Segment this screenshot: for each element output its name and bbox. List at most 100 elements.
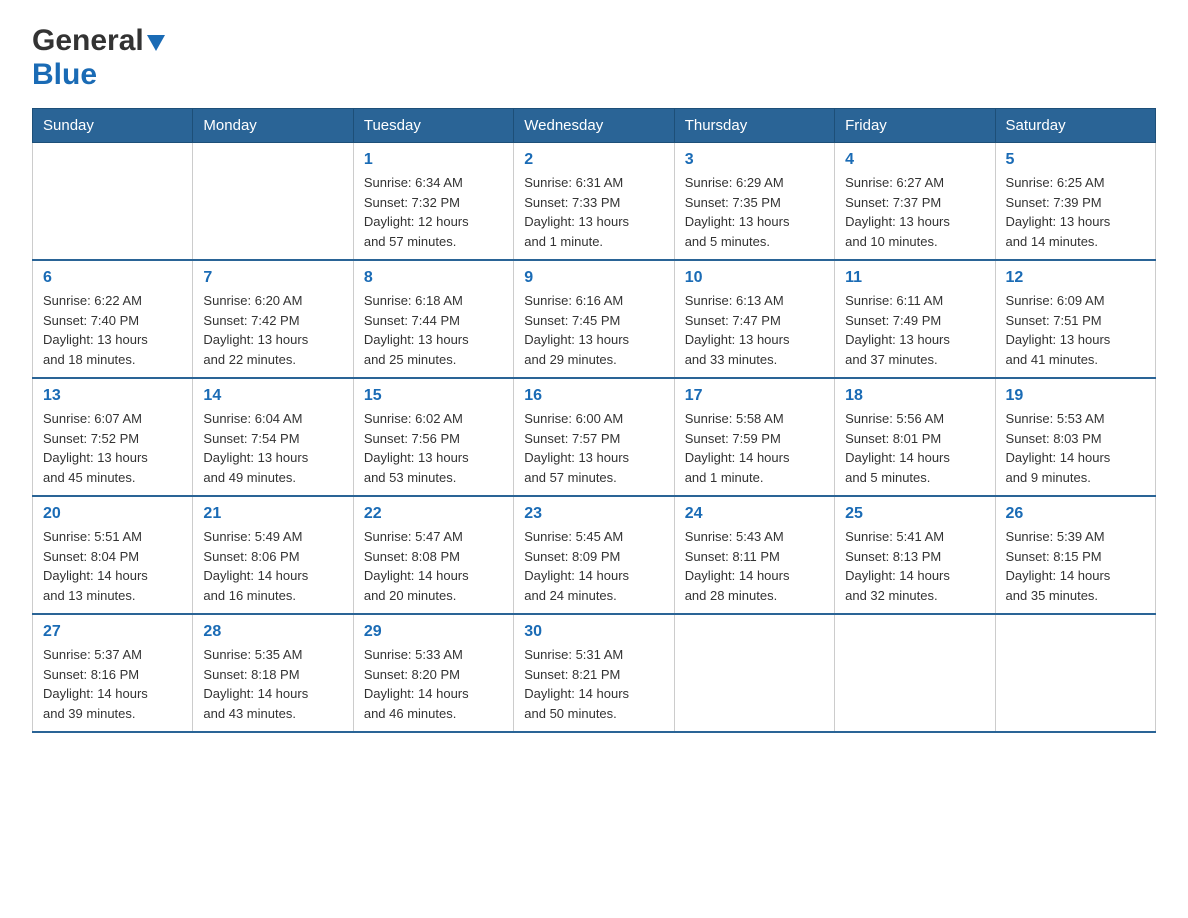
day-info: Sunrise: 5:37 AM Sunset: 8:16 PM Dayligh… xyxy=(43,645,182,723)
calendar-cell: 25 Sunrise: 5:41 AM Sunset: 8:13 PM Dayli… xyxy=(835,496,995,614)
calendar-cell: 20Sunrise: 5:51 AM Sunset: 8:04 PM Dayli… xyxy=(33,496,193,614)
calendar-cell xyxy=(33,143,193,261)
day-info: Sunrise: 6:25 AM Sunset: 7:39 PM Dayligh… xyxy=(1006,173,1145,251)
day-number: 7 xyxy=(203,269,342,287)
week-row-2: 6Sunrise: 6:22 AM Sunset: 7:40 PM Daylig… xyxy=(33,260,1156,378)
day-info: Sunrise: 6:18 AM Sunset: 7:44 PM Dayligh… xyxy=(364,291,503,369)
calendar-cell: 23 Sunrise: 5:45 AM Sunset: 8:09 PM Dayli… xyxy=(514,496,674,614)
day-number: 15 xyxy=(364,387,503,405)
day-info: Sunrise: 6:29 AM Sunset: 7:35 PM Dayligh… xyxy=(685,173,824,251)
day-number: 30 xyxy=(524,623,663,641)
day-number: 9 xyxy=(524,269,663,287)
day-info: Sunrise: 5:35 AM Sunset: 8:18 PM Dayligh… xyxy=(203,645,342,723)
day-number: 23 xyxy=(524,505,663,523)
header-wednesday: Wednesday xyxy=(514,109,674,143)
day-info: Sunrise: 5:58 AM Sunset: 7:59 PM Dayligh… xyxy=(685,409,824,487)
header-friday: Friday xyxy=(835,109,995,143)
calendar-cell: 1 Sunrise: 6:34 AM Sunset: 7:32 PM Daylig… xyxy=(353,143,513,261)
day-info: Sunrise: 5:41 AM Sunset: 8:13 PM Dayligh… xyxy=(845,527,984,605)
calendar-cell: 27 Sunrise: 5:37 AM Sunset: 8:16 PM Dayli… xyxy=(33,614,193,732)
day-info: Sunrise: 6:04 AM Sunset: 7:54 PM Dayligh… xyxy=(203,409,342,487)
day-number: 6 xyxy=(43,269,182,287)
logo: General Blue xyxy=(32,24,165,92)
header-tuesday: Tuesday xyxy=(353,109,513,143)
calendar-cell: 22 Sunrise: 5:47 AM Sunset: 8:08 PM Dayli… xyxy=(353,496,513,614)
calendar-cell: 12Sunrise: 6:09 AM Sunset: 7:51 PM Dayli… xyxy=(995,260,1155,378)
calendar-cell: 26 Sunrise: 5:39 AM Sunset: 8:15 PM Dayli… xyxy=(995,496,1155,614)
day-info: Sunrise: 5:56 AM Sunset: 8:01 PM Dayligh… xyxy=(845,409,984,487)
week-row-1: 1 Sunrise: 6:34 AM Sunset: 7:32 PM Daylig… xyxy=(33,143,1156,261)
day-info: Sunrise: 6:07 AM Sunset: 7:52 PM Dayligh… xyxy=(43,409,182,487)
day-number: 29 xyxy=(364,623,503,641)
day-number: 8 xyxy=(364,269,503,287)
day-info: Sunrise: 5:53 AM Sunset: 8:03 PM Dayligh… xyxy=(1006,409,1145,487)
day-info: Sunrise: 6:31 AM Sunset: 7:33 PM Dayligh… xyxy=(524,173,663,251)
calendar-cell: 10 Sunrise: 6:13 AM Sunset: 7:47 PM Dayli… xyxy=(674,260,834,378)
week-row-3: 13 Sunrise: 6:07 AM Sunset: 7:52 PM Dayli… xyxy=(33,378,1156,496)
header-thursday: Thursday xyxy=(674,109,834,143)
day-number: 19 xyxy=(1006,387,1145,405)
day-info: Sunrise: 6:27 AM Sunset: 7:37 PM Dayligh… xyxy=(845,173,984,251)
calendar-cell xyxy=(193,143,353,261)
header-sunday: Sunday xyxy=(33,109,193,143)
day-info: Sunrise: 5:33 AM Sunset: 8:20 PM Dayligh… xyxy=(364,645,503,723)
day-info: Sunrise: 5:51 AM Sunset: 8:04 PM Dayligh… xyxy=(43,527,182,605)
calendar-cell: 29 Sunrise: 5:33 AM Sunset: 8:20 PM Dayli… xyxy=(353,614,513,732)
calendar-cell: 28Sunrise: 5:35 AM Sunset: 8:18 PM Dayli… xyxy=(193,614,353,732)
calendar-cell: 2 Sunrise: 6:31 AM Sunset: 7:33 PM Daylig… xyxy=(514,143,674,261)
calendar-cell: 18 Sunrise: 5:56 AM Sunset: 8:01 PM Dayli… xyxy=(835,378,995,496)
day-number: 2 xyxy=(524,151,663,169)
day-number: 4 xyxy=(845,151,984,169)
day-info: Sunrise: 5:47 AM Sunset: 8:08 PM Dayligh… xyxy=(364,527,503,605)
calendar-cell: 4 Sunrise: 6:27 AM Sunset: 7:37 PM Daylig… xyxy=(835,143,995,261)
calendar-header-row: SundayMondayTuesdayWednesdayThursdayFrid… xyxy=(33,109,1156,143)
day-number: 3 xyxy=(685,151,824,169)
day-info: Sunrise: 6:20 AM Sunset: 7:42 PM Dayligh… xyxy=(203,291,342,369)
day-info: Sunrise: 6:00 AM Sunset: 7:57 PM Dayligh… xyxy=(524,409,663,487)
day-info: Sunrise: 5:49 AM Sunset: 8:06 PM Dayligh… xyxy=(203,527,342,605)
week-row-5: 27 Sunrise: 5:37 AM Sunset: 8:16 PM Dayli… xyxy=(33,614,1156,732)
day-number: 27 xyxy=(43,623,182,641)
calendar-table: SundayMondayTuesdayWednesdayThursdayFrid… xyxy=(32,108,1156,733)
day-number: 21 xyxy=(203,505,342,523)
calendar-cell: 30 Sunrise: 5:31 AM Sunset: 8:21 PM Dayli… xyxy=(514,614,674,732)
day-number: 5 xyxy=(1006,151,1145,169)
day-info: Sunrise: 6:13 AM Sunset: 7:47 PM Dayligh… xyxy=(685,291,824,369)
week-row-4: 20Sunrise: 5:51 AM Sunset: 8:04 PM Dayli… xyxy=(33,496,1156,614)
day-number: 24 xyxy=(685,505,824,523)
calendar-cell xyxy=(995,614,1155,732)
day-number: 17 xyxy=(685,387,824,405)
calendar-cell: 24Sunrise: 5:43 AM Sunset: 8:11 PM Dayli… xyxy=(674,496,834,614)
calendar-cell: 13 Sunrise: 6:07 AM Sunset: 7:52 PM Dayli… xyxy=(33,378,193,496)
calendar-cell xyxy=(835,614,995,732)
day-number: 10 xyxy=(685,269,824,287)
day-number: 1 xyxy=(364,151,503,169)
logo-blue-text: Blue xyxy=(32,58,97,91)
day-number: 18 xyxy=(845,387,984,405)
calendar-cell xyxy=(674,614,834,732)
calendar-cell: 15Sunrise: 6:02 AM Sunset: 7:56 PM Dayli… xyxy=(353,378,513,496)
calendar-cell: 19 Sunrise: 5:53 AM Sunset: 8:03 PM Dayli… xyxy=(995,378,1155,496)
calendar-cell: 11Sunrise: 6:11 AM Sunset: 7:49 PM Dayli… xyxy=(835,260,995,378)
calendar-cell: 16Sunrise: 6:00 AM Sunset: 7:57 PM Dayli… xyxy=(514,378,674,496)
header-monday: Monday xyxy=(193,109,353,143)
page-header: General Blue xyxy=(32,24,1156,92)
day-info: Sunrise: 5:45 AM Sunset: 8:09 PM Dayligh… xyxy=(524,527,663,605)
day-info: Sunrise: 6:34 AM Sunset: 7:32 PM Dayligh… xyxy=(364,173,503,251)
calendar-cell: 3 Sunrise: 6:29 AM Sunset: 7:35 PM Daylig… xyxy=(674,143,834,261)
day-number: 13 xyxy=(43,387,182,405)
logo-arrow-icon xyxy=(147,35,165,51)
calendar-cell: 17 Sunrise: 5:58 AM Sunset: 7:59 PM Dayli… xyxy=(674,378,834,496)
calendar-cell: 5 Sunrise: 6:25 AM Sunset: 7:39 PM Daylig… xyxy=(995,143,1155,261)
day-number: 22 xyxy=(364,505,503,523)
day-number: 25 xyxy=(845,505,984,523)
calendar-cell: 8 Sunrise: 6:18 AM Sunset: 7:44 PM Daylig… xyxy=(353,260,513,378)
logo-general-text: General xyxy=(32,24,144,58)
day-info: Sunrise: 6:16 AM Sunset: 7:45 PM Dayligh… xyxy=(524,291,663,369)
day-number: 26 xyxy=(1006,505,1145,523)
calendar-cell: 7 Sunrise: 6:20 AM Sunset: 7:42 PM Daylig… xyxy=(193,260,353,378)
day-number: 11 xyxy=(845,269,984,287)
day-info: Sunrise: 6:09 AM Sunset: 7:51 PM Dayligh… xyxy=(1006,291,1145,369)
day-info: Sunrise: 5:31 AM Sunset: 8:21 PM Dayligh… xyxy=(524,645,663,723)
day-info: Sunrise: 5:39 AM Sunset: 8:15 PM Dayligh… xyxy=(1006,527,1145,605)
